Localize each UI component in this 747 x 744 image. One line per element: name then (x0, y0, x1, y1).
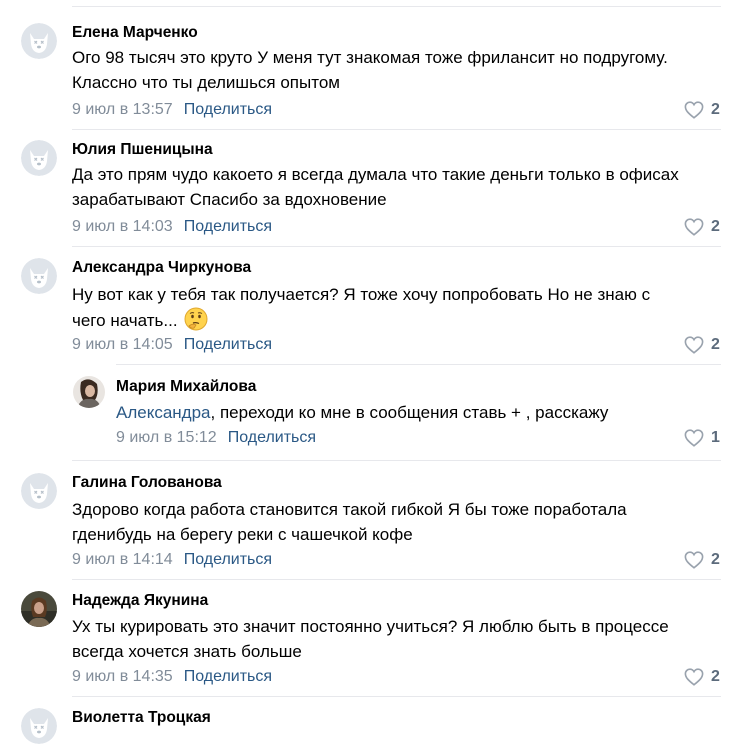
comment-meta: 9 июл в 14:03 Поделиться (72, 217, 272, 237)
separator (72, 246, 721, 247)
comment-author[interactable]: Галина Голованова (72, 473, 222, 493)
comment-text-line: Классно что ты делишься опытом (72, 73, 340, 92)
comment-text-line: гденибудь на берегу реки с чашечкой кофе (72, 525, 413, 544)
default-avatar[interactable] (21, 473, 57, 509)
like-count: 2 (711, 668, 720, 685)
comment-text-line: чего начать... (72, 307, 732, 338)
comment-meta: 9 июл в 14:35 Поделиться (72, 667, 272, 687)
comment-author[interactable]: Виолетта Троцкая (72, 708, 211, 728)
comment-text: Ого 98 тысяч это круто У меня тут знаком… (72, 45, 732, 95)
comment-date[interactable]: 9 июл в 14:14 (72, 551, 173, 568)
comment-date[interactable]: 9 июл в 14:35 (72, 668, 173, 685)
heart-icon (684, 336, 704, 354)
photo-avatar[interactable] (21, 591, 57, 627)
default-avatar[interactable] (21, 140, 57, 176)
default-avatar[interactable] (21, 23, 57, 59)
comment-meta: 9 июл в 14:14 Поделиться (72, 550, 272, 570)
comment-text-line: Да это прям чудо какоето я всегда думала… (72, 165, 679, 184)
comment-date[interactable]: 9 июл в 14:05 (72, 336, 173, 353)
separator (72, 579, 721, 580)
share-button[interactable]: Поделиться (228, 429, 316, 446)
share-button[interactable]: Поделиться (184, 218, 272, 235)
user-photo-icon (73, 376, 105, 408)
like-count: 2 (711, 551, 720, 568)
comment-text: Да это прям чудо какоето я всегда думала… (72, 162, 732, 212)
like-button[interactable]: 2 (684, 667, 720, 687)
comment-text: Ну вот как у тебя так получается? Я тоже… (72, 282, 732, 338)
user-photo-icon (21, 591, 57, 627)
heart-icon (684, 668, 704, 686)
like-button[interactable]: 2 (684, 100, 720, 120)
share-button[interactable]: Поделиться (184, 336, 272, 353)
comment-text-fragment: , переходи ко мне в сообщения ставь + , … (210, 403, 609, 422)
comment-meta: 9 июл в 13:57 Поделиться (72, 100, 272, 120)
comment-author[interactable]: Мария Михайлова (116, 377, 256, 397)
like-count: 2 (711, 101, 720, 118)
comment-text-line: Здорово когда работа становится такой ги… (72, 500, 627, 519)
like-button[interactable]: 2 (684, 550, 720, 570)
photo-avatar[interactable] (73, 376, 105, 408)
separator (72, 460, 721, 461)
comment-text-line: зарабатывают Спасибо за вдохновение (72, 190, 387, 209)
comment-text-line: Александра, переходи ко мне в сообщения … (116, 400, 736, 425)
comment-text-line: Ух ты курировать это значит постоянно уч… (72, 617, 669, 636)
default-avatar[interactable] (21, 258, 57, 294)
comment-author[interactable]: Елена Марченко (72, 23, 198, 43)
heart-icon (684, 101, 704, 119)
share-button[interactable]: Поделиться (184, 101, 272, 118)
separator (72, 696, 721, 697)
share-button[interactable]: Поделиться (184, 668, 272, 685)
comment-date[interactable]: 9 июл в 13:57 (72, 101, 173, 118)
comment-text-line: Ого 98 тысяч это круто У меня тут знаком… (72, 48, 668, 67)
separator (116, 364, 721, 365)
comment-text: Ух ты курировать это значит постоянно уч… (72, 614, 732, 664)
comment-text: Здорово когда работа становится такой ги… (72, 497, 732, 547)
like-count: 1 (711, 429, 720, 446)
share-button[interactable]: Поделиться (184, 551, 272, 568)
comment-date[interactable]: 9 июл в 15:12 (116, 429, 217, 446)
comment-meta: 9 июл в 14:05 Поделиться (72, 335, 272, 355)
default-avatar[interactable] (21, 708, 57, 744)
camera-dog-icon (21, 473, 57, 509)
top-separator (72, 6, 721, 7)
camera-dog-icon (21, 258, 57, 294)
thinking-face-icon (184, 307, 208, 331)
like-count: 2 (711, 336, 720, 353)
separator (72, 129, 721, 130)
comment-text: Александра, переходи ко мне в сообщения … (116, 400, 736, 425)
comment-author[interactable]: Юлия Пшеницына (72, 140, 213, 160)
mention-link[interactable]: Александра (116, 403, 211, 422)
like-button[interactable]: 2 (684, 217, 720, 237)
thinking-face-emoji (184, 307, 208, 338)
like-button[interactable]: 1 (684, 428, 720, 448)
comment-text-fragment: чего начать... (72, 311, 178, 330)
comment-author[interactable]: Александра Чиркунова (72, 258, 251, 278)
heart-icon (684, 429, 704, 447)
heart-icon (684, 218, 704, 236)
camera-dog-icon (21, 140, 57, 176)
like-button[interactable]: 2 (684, 335, 720, 355)
like-count: 2 (711, 218, 720, 235)
comment-author[interactable]: Надежда Якунина (72, 591, 208, 611)
comment-text-line: Ну вот как у тебя так получается? Я тоже… (72, 285, 651, 304)
camera-dog-icon (21, 23, 57, 59)
comment-text-line: всегда хочется знать больше (72, 642, 302, 661)
comment-date[interactable]: 9 июл в 14:03 (72, 218, 173, 235)
comment-meta: 9 июл в 15:12 Поделиться (116, 428, 316, 448)
camera-dog-icon (21, 708, 57, 744)
heart-icon (684, 551, 704, 569)
